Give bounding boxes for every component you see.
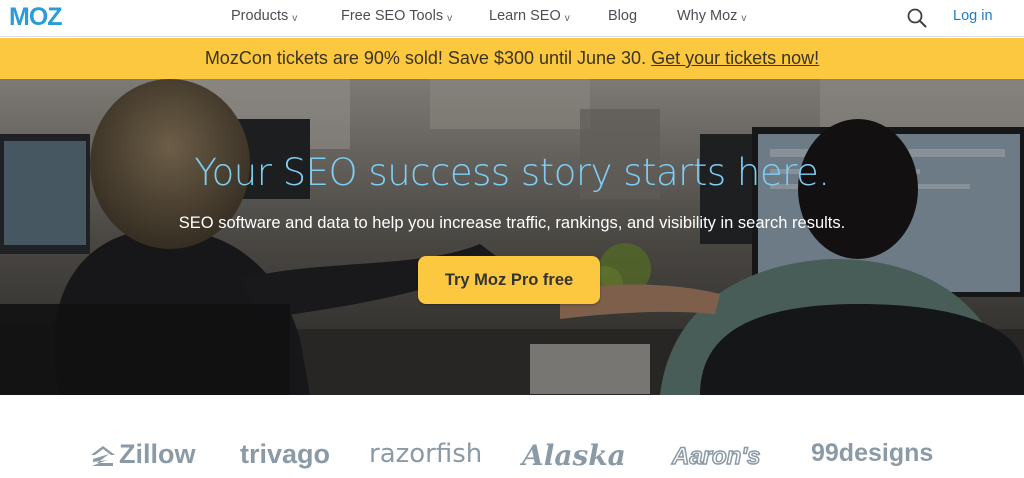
logo-aarons: Aaron's xyxy=(671,442,761,471)
banner-text: MozCon tickets are 90% sold! Save $300 u… xyxy=(204,48,647,68)
nav-products-label: Products xyxy=(231,8,289,24)
logo-zillow-text: Zillow xyxy=(119,439,196,469)
chevron-down-icon: v xyxy=(741,13,747,24)
try-moz-pro-button[interactable]: Try Moz Pro free xyxy=(418,256,600,304)
logo-zillow: Zillow xyxy=(89,439,196,470)
nav-free-seo-tools-label: Free SEO Tools xyxy=(341,8,444,24)
customer-logos: Zillow trivago razorfish Alaska Aaron's … xyxy=(0,395,1024,478)
nav-products[interactable]: Products v xyxy=(231,8,297,24)
logo-99designs: 99designs xyxy=(811,439,934,467)
hero-title: Your SEO success story starts here. xyxy=(194,151,830,194)
nav-learn-seo-label: Learn SEO xyxy=(489,8,561,24)
nav-blog[interactable]: Blog xyxy=(608,8,637,24)
banner-link[interactable]: Get your tickets now! xyxy=(651,48,819,68)
hero-background-image xyxy=(0,79,1024,395)
hero-section: Your SEO success story starts here. SEO … xyxy=(0,79,1024,395)
logo-razorfish: razorfish xyxy=(369,439,483,469)
chevron-down-icon: v xyxy=(447,13,453,24)
zillow-mark-icon xyxy=(91,446,115,466)
hero-subtitle: SEO software and data to help you increa… xyxy=(178,214,846,232)
nav-why-moz[interactable]: Why Moz v xyxy=(677,8,746,24)
promo-banner: MozCon tickets are 90% sold! Save $300 u… xyxy=(0,38,1024,79)
chevron-down-icon: v xyxy=(564,13,570,24)
logo-alaska: Alaska xyxy=(522,439,626,472)
nav-learn-seo[interactable]: Learn SEO v xyxy=(489,8,570,24)
chevron-down-icon: v xyxy=(292,13,298,24)
nav-blog-label: Blog xyxy=(608,8,638,24)
nav-free-seo-tools[interactable]: Free SEO Tools v xyxy=(341,8,452,24)
login-link[interactable]: Log in xyxy=(953,8,993,24)
nav-why-moz-label: Why Moz xyxy=(677,8,738,24)
search-icon xyxy=(907,8,927,28)
main-nav: Products v Free SEO Tools v Learn SEO v Blo… xyxy=(0,0,1024,37)
site-header: MOZ Products v Free SEO Tools v Learn SEO v… xyxy=(0,0,1024,37)
logo-trivago: trivago xyxy=(240,439,331,469)
search-button[interactable] xyxy=(906,7,928,29)
